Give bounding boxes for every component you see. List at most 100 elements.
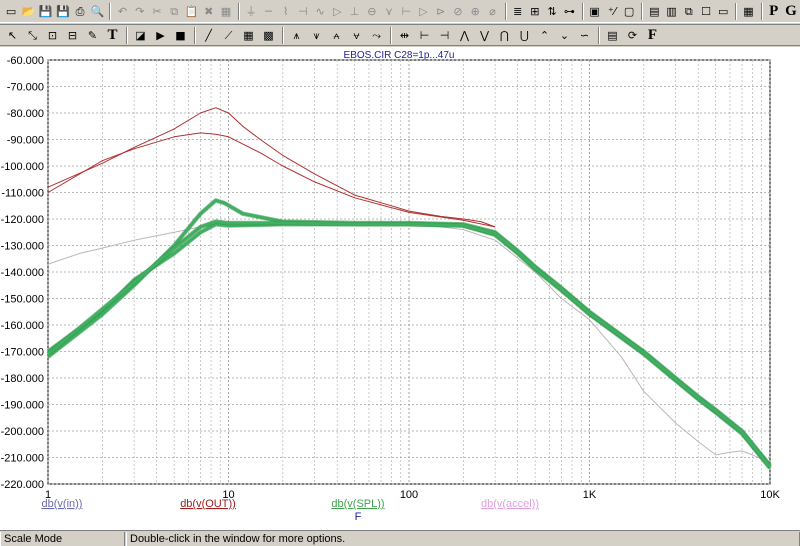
fourier-icon[interactable]: F: [643, 26, 662, 45]
y-tick-label: -190.000: [1, 400, 44, 412]
capacitor-icon[interactable]: ⊣: [295, 2, 311, 21]
toolbar-separator: [641, 3, 644, 20]
legend-entry[interactable]: db(v(SPL)): [331, 498, 384, 510]
calculator-icon[interactable]: ▦: [740, 2, 756, 21]
data-table-icon[interactable]: ▤: [603, 26, 622, 45]
analysis-toolbar: ↖ ⤡ ⊡ ⊟ ✎ T ◪ ▶ ■ ╱ ⟋ ▦ ▩ ⩚ ⩛ ⩜ ⩝ ⤳ ⇹ ⊢ ⊣ ⋀ ⋁ ⋂ ⋃ ⌃ ⌄ ∽ ▤ ⟳ F: [0, 24, 800, 46]
toolbar-separator: [504, 3, 507, 20]
pan-icon[interactable]: ⊟: [63, 26, 82, 45]
ground-icon[interactable]: ⏚: [243, 2, 259, 21]
cut-icon[interactable]: ✂: [149, 2, 165, 21]
paste-icon[interactable]: 📋: [183, 2, 199, 21]
open-folder-icon[interactable]: 📂: [20, 2, 36, 21]
dc-source-icon[interactable]: ⊕: [467, 2, 483, 21]
y-tick-label: -60.000: [7, 55, 44, 67]
valley-mark-icon[interactable]: ⋁: [475, 26, 494, 45]
properties-icon[interactable]: ◪: [131, 26, 150, 45]
print-preview-icon[interactable]: 🔍: [89, 2, 105, 21]
window-icon[interactable]: ▢: [621, 2, 637, 21]
y-tick-label: -140.000: [1, 267, 44, 279]
grid-icon[interactable]: ▦: [239, 26, 258, 45]
y-tick-label: -90.000: [7, 135, 44, 147]
run-icon[interactable]: ▶: [151, 26, 170, 45]
valley-cursor-icon[interactable]: ⩛: [307, 26, 326, 45]
toolbar-separator: [760, 3, 763, 20]
plot-area[interactable]: -60.000 -70.000 -80.000 -90.000 -100.000 -110…: [0, 47, 800, 530]
node-numbers-icon[interactable]: ⇅: [544, 2, 560, 21]
component-editor-icon[interactable]: ▣: [587, 2, 603, 21]
cursor-left-icon[interactable]: ⊢: [415, 26, 434, 45]
mosfet-icon[interactable]: ⊢: [398, 2, 414, 21]
stop-icon[interactable]: ■: [171, 26, 190, 45]
y-tick-label: -70.000: [7, 82, 44, 94]
resistor-icon[interactable]: ⌇: [278, 2, 294, 21]
next-simulation-icon[interactable]: ⇹: [395, 26, 414, 45]
diode-icon[interactable]: ▷: [329, 2, 345, 21]
ac-source-icon[interactable]: ⊘: [450, 2, 466, 21]
global-low-icon[interactable]: ⌄: [555, 26, 574, 45]
legend-entry[interactable]: db(v(in)): [42, 498, 83, 510]
new-file-icon[interactable]: ▭: [3, 2, 19, 21]
gate-icon[interactable]: ⊳: [433, 2, 449, 21]
toolbar-separator: [238, 3, 241, 20]
undo-icon[interactable]: ↶: [114, 2, 130, 21]
inflection-icon[interactable]: ∽: [575, 26, 594, 45]
peak-cursor-icon[interactable]: ⩚: [287, 26, 306, 45]
minor-grid-icon[interactable]: ▩: [259, 26, 278, 45]
cascade-icon[interactable]: ⧉: [681, 2, 697, 21]
maximize-icon[interactable]: ☐: [698, 2, 714, 21]
high-cursor-icon[interactable]: ⩜: [327, 26, 346, 45]
print-icon[interactable]: ⎙: [72, 2, 88, 21]
y-tick-label: -80.000: [7, 108, 44, 120]
probe-p-icon[interactable]: P: [766, 2, 782, 21]
source-icon[interactable]: ⊖: [364, 2, 380, 21]
global-high-icon[interactable]: ⌃: [535, 26, 554, 45]
cursor-right-icon[interactable]: ⊣: [435, 26, 454, 45]
probe-g-icon[interactable]: G: [783, 2, 799, 21]
legend-entry[interactable]: db(v(OUT)): [180, 498, 236, 510]
save-icon[interactable]: 💾: [37, 2, 53, 21]
tile-vertical-icon[interactable]: ▥: [663, 2, 679, 21]
save-all-icon[interactable]: 💾: [55, 2, 71, 21]
select-all-icon[interactable]: ▦: [218, 2, 234, 21]
toolbar-separator: [390, 26, 392, 44]
line-tool-icon[interactable]: ╱: [199, 26, 218, 45]
opamp-icon[interactable]: ▷: [415, 2, 431, 21]
peak-mark-icon[interactable]: ⋀: [455, 26, 474, 45]
local-peak-icon[interactable]: ⋂: [495, 26, 514, 45]
copy-icon[interactable]: ⧉: [166, 2, 182, 21]
stepping-icon[interactable]: ⟳: [623, 26, 642, 45]
wire-icon[interactable]: ─: [260, 2, 276, 21]
local-valley-icon[interactable]: ⋃: [515, 26, 534, 45]
battery-icon[interactable]: ⊥: [346, 2, 362, 21]
text-mode-icon[interactable]: ≣: [510, 2, 526, 21]
redo-icon[interactable]: ↷: [132, 2, 148, 21]
y-tick-label: -130.000: [1, 241, 44, 253]
analysis-chart[interactable]: -60.000 -70.000 -80.000 -90.000 -100.000 -110…: [0, 47, 800, 530]
inductor-icon[interactable]: ∿: [312, 2, 328, 21]
legend-entry[interactable]: db(v(accel)): [481, 498, 539, 510]
select-mode-icon[interactable]: ↖: [3, 26, 22, 45]
delete-icon[interactable]: ✖: [201, 2, 217, 21]
polyline-tool-icon[interactable]: ⟋: [219, 26, 238, 45]
draw-tool-icon[interactable]: ✎: [83, 26, 102, 45]
tile-horizontal-icon[interactable]: ▤: [646, 2, 662, 21]
low-cursor-icon[interactable]: ⩝: [347, 26, 366, 45]
switch-icon[interactable]: ⌀: [484, 2, 500, 21]
text-tool-icon[interactable]: T: [103, 26, 122, 45]
y-tick-label: -120.000: [1, 214, 44, 226]
slope-cursor-icon[interactable]: ⤳: [367, 26, 386, 45]
toolbar-separator: [282, 26, 284, 44]
status-mode: Scale Mode: [0, 532, 125, 546]
grid-text-icon[interactable]: ⊞: [527, 2, 543, 21]
toolbar-separator: [194, 26, 196, 44]
node-voltages-icon[interactable]: ⁺⁄: [604, 2, 620, 21]
pin-connections-icon[interactable]: ⊶: [561, 2, 577, 21]
restore-icon[interactable]: ▭: [715, 2, 731, 21]
zoom-box-icon[interactable]: ⊡: [43, 26, 62, 45]
y-tick-label: -180.000: [1, 373, 44, 385]
transistor-icon[interactable]: ⋎: [381, 2, 397, 21]
scale-mode-icon[interactable]: ⤡: [23, 26, 42, 45]
y-tick-label: -220.000: [1, 479, 44, 491]
chart-title: EBOS.CIR C28=1p...47u: [344, 50, 455, 61]
